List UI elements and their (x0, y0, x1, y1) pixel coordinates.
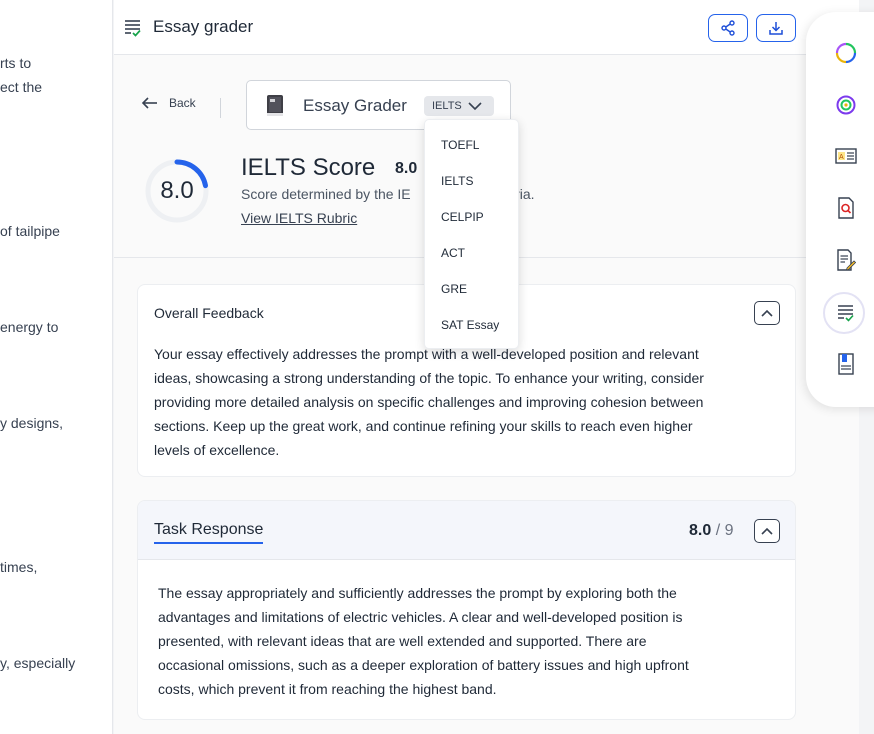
essay-grader-icon (838, 305, 854, 322)
task-response-text: The essay appropriately and sufficiently… (158, 581, 689, 701)
dropdown-option-sat-essay[interactable]: SAT Essay (441, 318, 499, 332)
download-icon (769, 22, 783, 35)
tool-target[interactable] (835, 94, 857, 116)
search-document-icon (838, 197, 854, 219)
essay-grader-panel: Essay grader Back Essay Grader IELTS 8.0… (114, 0, 859, 734)
book-icon (267, 95, 283, 116)
document-text-line: rts to (0, 55, 32, 71)
back-label: Back (169, 96, 196, 110)
dropdown-option-gre[interactable]: GRE (441, 282, 467, 296)
loading-ring-icon (835, 42, 857, 64)
chevron-up-icon (761, 527, 773, 535)
notebook-icon (838, 353, 854, 375)
dropdown-option-celpip[interactable]: CELPIP (441, 210, 484, 224)
document-text-line: ect the (0, 79, 43, 95)
feedback-line: ideas, showcasing a strong understanding… (154, 370, 704, 386)
task-response-card: Task Response 8.0 / 9 The essay appropri… (137, 500, 796, 720)
edit-document-icon (837, 249, 856, 271)
feedback-line: sections. Keep up the great work, and co… (154, 418, 693, 434)
test-type-select[interactable]: IELTS (424, 96, 494, 116)
collapse-button[interactable] (754, 519, 780, 543)
task-line: presented, with relevant ideas that are … (158, 633, 647, 649)
dropdown-option-ielts[interactable]: IELTS (441, 174, 473, 188)
score-title: IELTS Score (241, 154, 376, 181)
dropdown-option-toefl[interactable]: TOEFL (441, 138, 479, 152)
feedback-line: providing more detailed analysis on spec… (154, 394, 704, 410)
document-text-line: energy to (0, 319, 59, 335)
tool-essay-grader[interactable] (835, 302, 857, 324)
task-line: costs, which prevent it from reaching th… (158, 681, 497, 697)
chevron-up-icon (761, 309, 773, 317)
tool-reader[interactable]: A (835, 145, 857, 167)
score-description-start: Score determined by the IE (241, 186, 411, 202)
score-badge: 8.0 (395, 160, 418, 177)
tool-loading[interactable] (835, 42, 857, 64)
task-score-value: 8.0 (689, 522, 712, 539)
chevron-down-icon (468, 101, 482, 110)
tool-search-document[interactable] (835, 197, 857, 219)
score-value: 8.0 (160, 177, 194, 204)
back-button[interactable]: Back (141, 96, 196, 110)
document-text-line: y designs, (0, 415, 64, 431)
tool-edit-document[interactable] (835, 249, 857, 271)
task-line: advantages and limitations of electric v… (158, 609, 683, 625)
share-icon (721, 20, 735, 36)
panel-header: Essay grader (114, 0, 859, 55)
overall-feedback-text: Your essay effectively addresses the pro… (154, 342, 704, 462)
tool-notebook[interactable] (835, 353, 857, 375)
svg-text:A: A (839, 154, 844, 161)
view-rubric-link[interactable]: View IELTS Rubric (241, 210, 357, 226)
reader-card-icon: A (835, 148, 857, 164)
task-line: The essay appropriately and sufficiently… (158, 585, 677, 601)
task-line: occasional omissions, such as a deeper e… (158, 657, 689, 673)
dropdown-option-act[interactable]: ACT (441, 246, 465, 260)
essay-list-icon (125, 20, 141, 37)
task-score-max: / 9 (715, 522, 734, 539)
download-button[interactable] (756, 14, 796, 42)
document-text-line: times, (0, 559, 38, 575)
document-panel: rts to ect the of tailpipe energy to y d… (0, 0, 113, 734)
document-text-line: y, especially (0, 655, 76, 671)
arrow-left-icon (141, 97, 157, 109)
divider (220, 98, 221, 118)
overall-feedback-title: Overall Feedback (154, 305, 264, 321)
task-response-score: 8.0 / 9 (689, 522, 734, 540)
share-button[interactable] (708, 14, 748, 42)
target-ring-icon (836, 95, 856, 115)
tool-rail: A (806, 12, 874, 407)
test-type-dropdown: TOEFL IELTS CELPIP ACT GRE SAT Essay (424, 119, 519, 349)
document-text-line: of tailpipe (0, 223, 60, 239)
task-response-header[interactable]: Task Response 8.0 / 9 (138, 501, 795, 560)
selected-test: IELTS (432, 100, 462, 112)
feedback-line: levels of excellence. (154, 442, 280, 458)
grader-label: Essay Grader (303, 96, 407, 115)
task-response-title: Task Response (154, 521, 264, 544)
collapse-button[interactable] (754, 301, 780, 325)
panel-title: Essay grader (153, 17, 254, 36)
